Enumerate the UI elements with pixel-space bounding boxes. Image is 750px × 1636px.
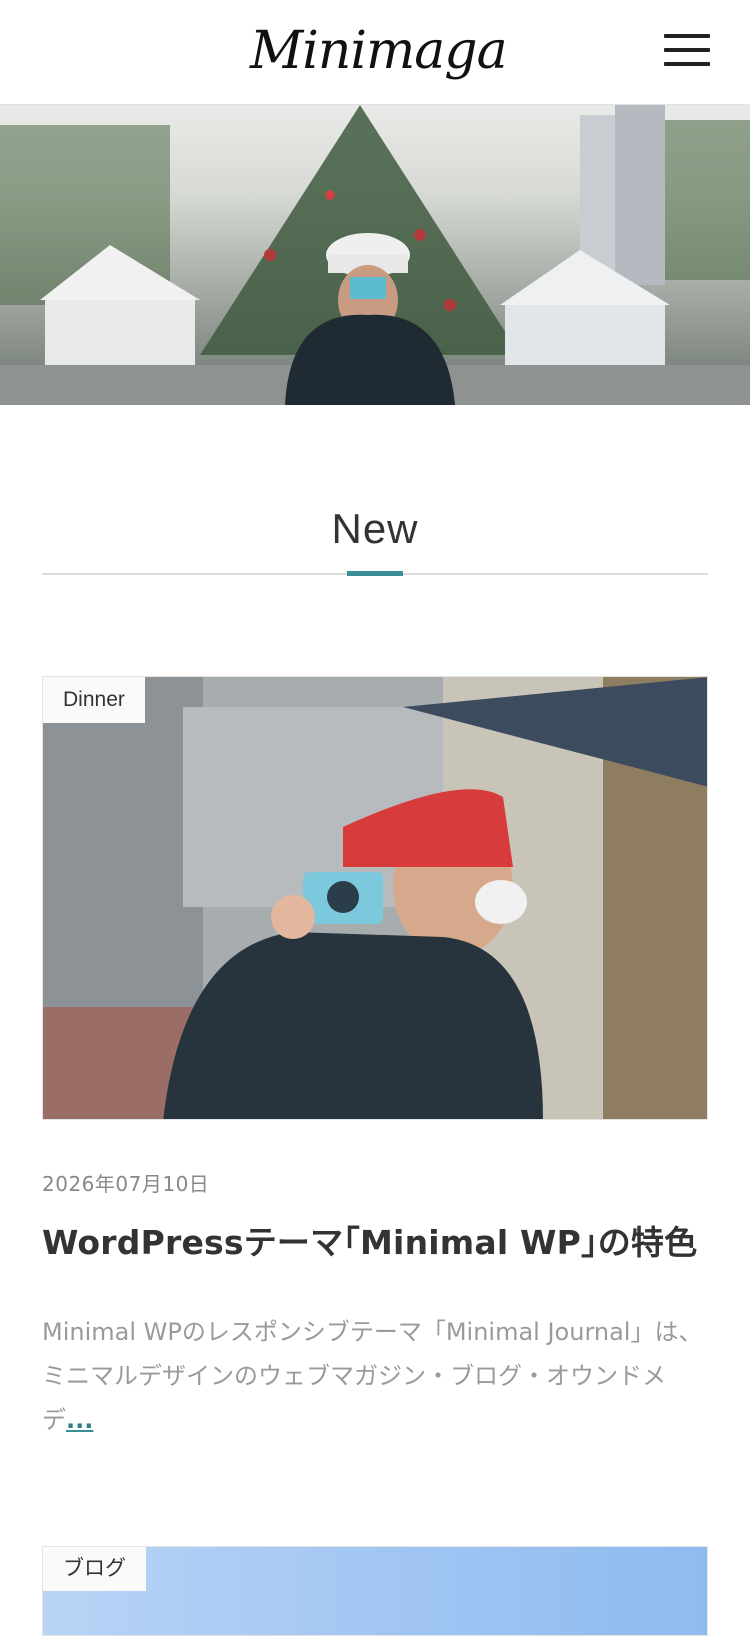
post-thumbnail[interactable]: Dinner (42, 676, 708, 1120)
post-thumbnail[interactable]: ブログ (42, 1546, 708, 1636)
post-excerpt: Minimal WPのレスポンシブテーマ「Minimal Journal」は、 … (42, 1310, 712, 1442)
section-accent-bar (347, 571, 403, 576)
post-excerpt-text: Minimal WPのレスポンシブテーマ「Minimal Journal」は、 … (42, 1318, 703, 1434)
hero-image (0, 105, 750, 405)
hero-photo (0, 105, 750, 405)
hamburger-icon-bar (664, 62, 710, 66)
hamburger-icon-bar (664, 48, 710, 52)
read-more-link[interactable]: ... (66, 1406, 93, 1434)
site-logo[interactable]: Minimaga (250, 18, 508, 84)
menu-button[interactable] (664, 30, 712, 70)
category-label[interactable]: ブログ (43, 1547, 146, 1591)
site-header: Minimaga (0, 0, 750, 105)
logo-text: Minimaga (250, 21, 508, 81)
post-title[interactable]: WordPressテーマ｢Minimal WP｣の特色 (42, 1216, 722, 1264)
post-photo (43, 677, 707, 1119)
category-label[interactable]: Dinner (43, 677, 145, 723)
post-date: 2026年07月10日 (42, 1172, 210, 1196)
hamburger-icon (664, 34, 710, 38)
section-title: New (331, 504, 419, 552)
